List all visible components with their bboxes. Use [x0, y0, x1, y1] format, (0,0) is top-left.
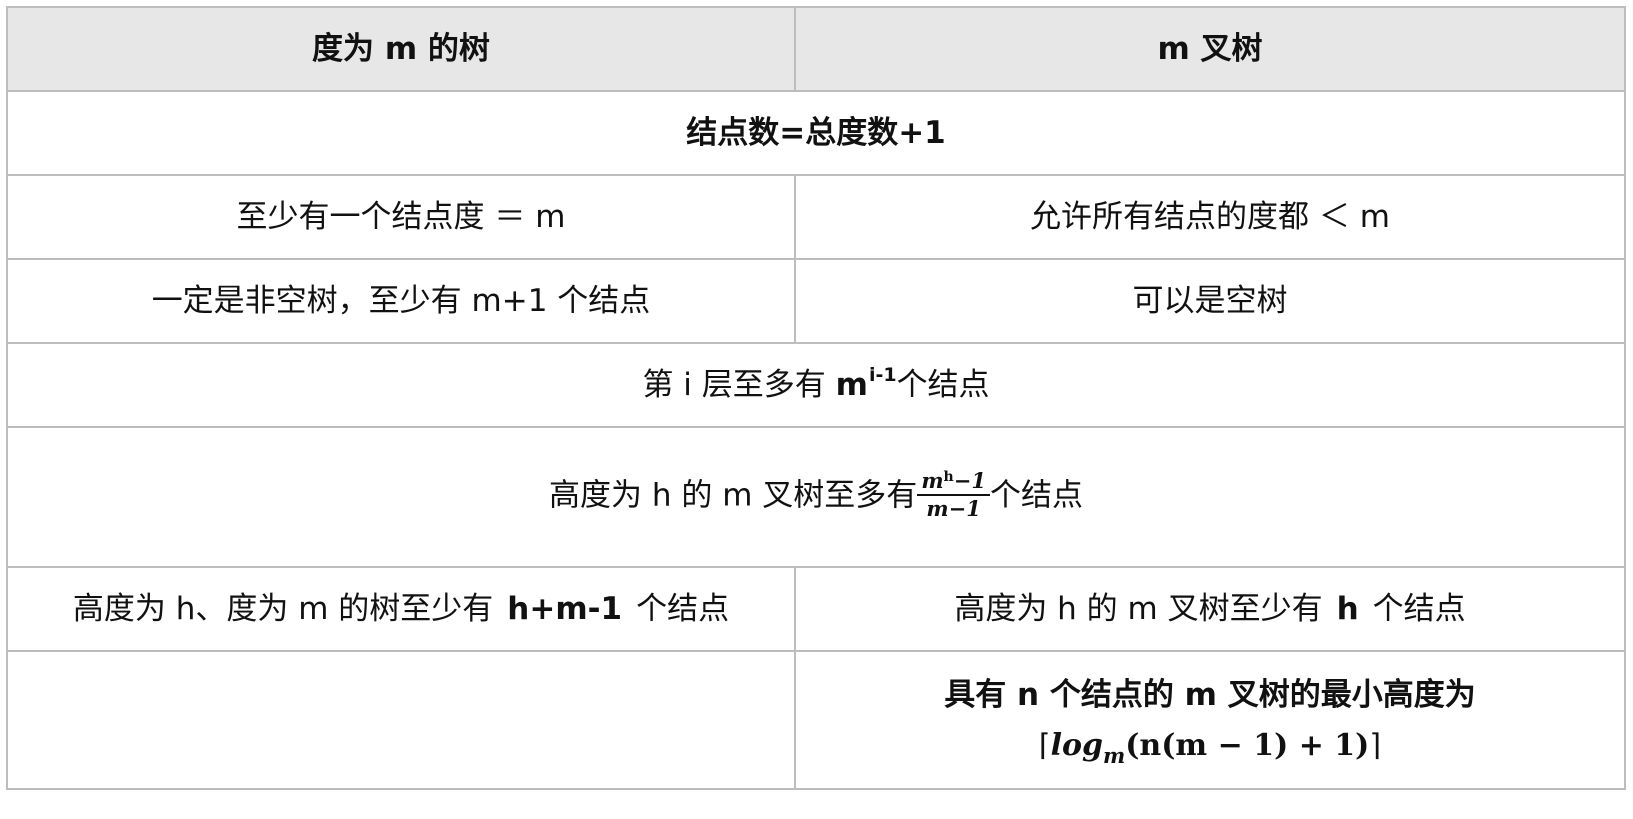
header-degree-m-tree: 度为 m 的树	[6, 6, 796, 92]
height-min-left-suffix: 个结点	[636, 590, 730, 627]
table-row: 结点数=总度数+1	[6, 90, 1626, 176]
header-row: 度为 m 的树 m 叉树	[6, 6, 1626, 92]
height-max-suffix: 个结点	[989, 477, 1083, 514]
table-row: 至少有一个结点度 ＝ m 允许所有结点的度都 ＜ m	[6, 174, 1626, 260]
height-max-cell: 高度为 h 的 m 叉树至多有 mh−1 m−1 个结点	[6, 426, 1626, 568]
height-max-fraction: mh−1 m−1	[917, 467, 990, 520]
table-row: 高度为 h、度为 m 的树至少有 h+m-1 个结点 高度为 h 的 m 叉树至少有…	[6, 566, 1626, 652]
height-min-right-value: h	[1336, 590, 1359, 627]
height-min-right-prefix: 高度为 h 的 m 叉树至少有	[954, 590, 1323, 627]
level-base: m	[835, 366, 868, 403]
ceil-close: ⌉	[1369, 727, 1382, 763]
table-row: 第 i 层至多有 mi-1个结点	[6, 342, 1626, 428]
min-height-formula: ⌈logm(n(m − 1) + 1)⌉	[804, 727, 1616, 768]
empty-left-cell: 一定是非空树，至少有 m+1 个结点	[6, 258, 796, 344]
table-row: 具有 n 个结点的 m 叉树的最小高度为 ⌈logm(n(m − 1) + 1)…	[6, 650, 1626, 790]
header-m-ary-tree: m 叉树	[794, 6, 1626, 92]
log-base: m	[1103, 742, 1126, 768]
table-row: 高度为 h 的 m 叉树至多有 mh−1 m−1 个结点	[6, 426, 1626, 568]
height-max-prefix: 高度为 h 的 m 叉树至多有	[549, 477, 918, 514]
level-exponent: i-1	[868, 363, 897, 386]
min-height-cell: 具有 n 个结点的 m 叉树的最小高度为 ⌈logm(n(m − 1) + 1)…	[794, 650, 1626, 790]
log-text: log	[1050, 727, 1103, 763]
empty-cell	[6, 650, 796, 790]
node-count-formula: 结点数=总度数+1	[6, 90, 1626, 176]
comparison-table: 度为 m 的树 m 叉树 结点数=总度数+1 至少有一个结点度 ＝ m 允许所有…	[6, 6, 1626, 790]
level-suffix: 个结点	[896, 366, 990, 403]
log-argument: (n(m − 1) + 1)	[1125, 727, 1370, 763]
level-prefix: 第 i 层至多有	[642, 366, 826, 403]
height-min-left-cell: 高度为 h、度为 m 的树至少有 h+m-1 个结点	[6, 566, 796, 652]
height-min-left-value: h+m-1	[507, 590, 623, 627]
empty-right-cell: 可以是空树	[794, 258, 1626, 344]
fraction-denominator: m−1	[917, 494, 990, 520]
height-min-right-suffix: 个结点	[1372, 590, 1466, 627]
table-row: 一定是非空树，至少有 m+1 个结点 可以是空树	[6, 258, 1626, 344]
degree-right-cell: 允许所有结点的度都 ＜ m	[794, 174, 1626, 260]
level-max-cell: 第 i 层至多有 mi-1个结点	[6, 342, 1626, 428]
height-min-left-prefix: 高度为 h、度为 m 的树至少有	[72, 590, 494, 627]
degree-left-cell: 至少有一个结点度 ＝ m	[6, 174, 796, 260]
ceil-open: ⌈	[1038, 727, 1051, 763]
min-height-text: 具有 n 个结点的 m 叉树的最小高度为	[944, 676, 1476, 713]
height-min-right-cell: 高度为 h 的 m 叉树至少有 h 个结点	[794, 566, 1626, 652]
fraction-numerator: mh−1	[921, 467, 986, 493]
